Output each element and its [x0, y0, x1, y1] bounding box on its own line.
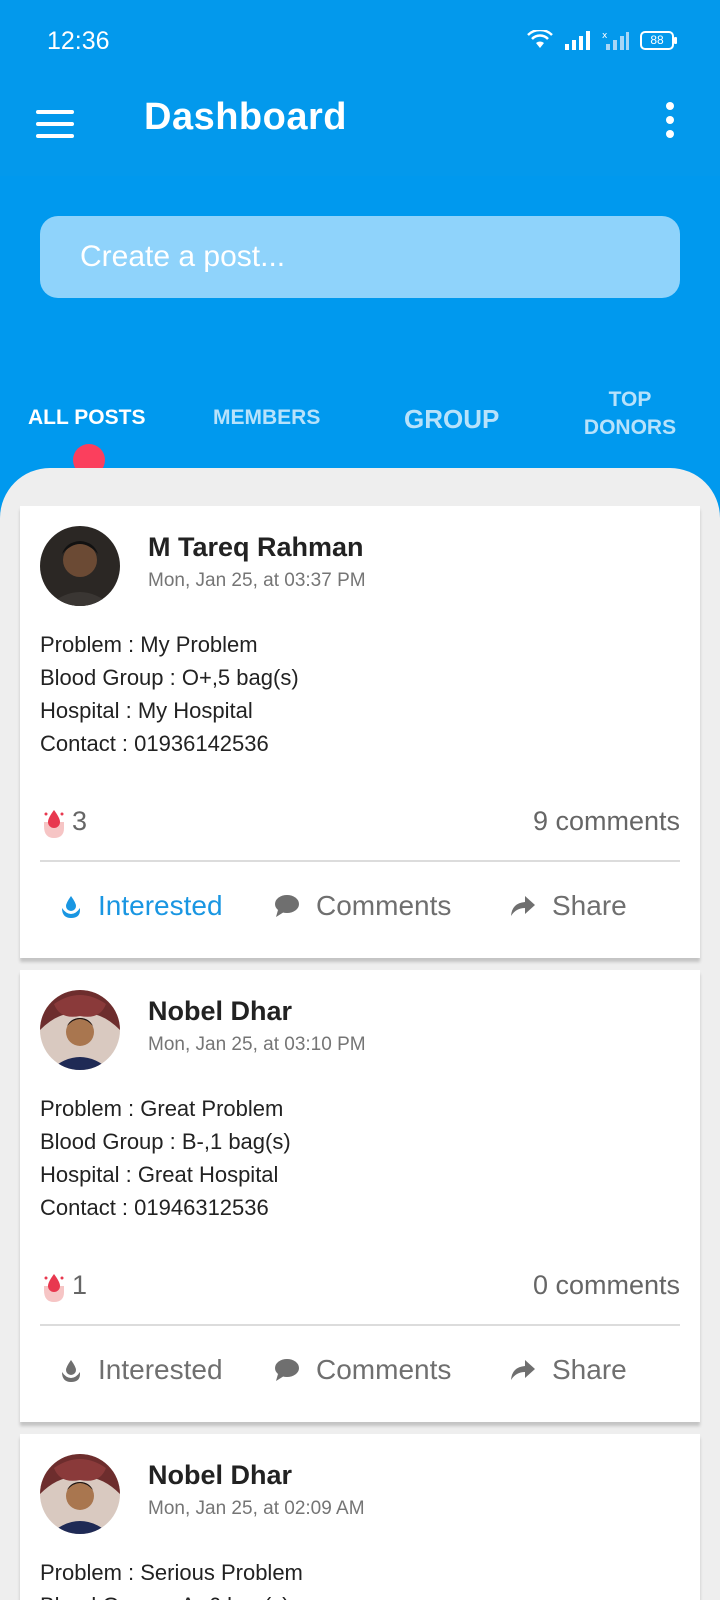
post-card: Nobel Dhar Mon, Jan 25, at 03:10 PM Prob…	[20, 970, 700, 1422]
post-timestamp: Mon, Jan 25, at 03:10 PM	[148, 1034, 366, 1055]
avatar[interactable]	[40, 1454, 120, 1534]
post-details: Problem : My Problem Blood Group : O+,5 …	[40, 628, 299, 760]
tab-group[interactable]: GROUP	[404, 404, 499, 435]
post-card: M Tareq Rahman Mon, Jan 25, at 03:37 PM …	[20, 506, 700, 958]
post-problem: Problem : Great Problem	[40, 1096, 284, 1121]
hamburger-menu-icon[interactable]	[36, 104, 76, 144]
comment-bubble-icon	[275, 895, 299, 917]
post-problem: Problem : My Problem	[40, 632, 258, 657]
post-author-name[interactable]: Nobel Dhar	[148, 996, 292, 1027]
wifi-icon	[527, 30, 553, 48]
comments-count[interactable]: 9 comments	[533, 806, 680, 837]
post-blood-group: Blood Group : B-,1 bag(s)	[40, 1129, 291, 1154]
post-details: Problem : Serious Problem Blood Group : …	[40, 1556, 303, 1600]
blood-donation-icon	[44, 1274, 64, 1302]
post-hospital: Hospital : Great Hospital	[40, 1162, 279, 1187]
comment-bubble-icon	[275, 1359, 299, 1381]
create-post-input[interactable]: Create a post...	[40, 216, 680, 298]
status-time: 12:36	[47, 27, 110, 55]
comments-label: Comments	[316, 890, 452, 921]
avatar[interactable]	[40, 526, 120, 606]
signal-no-service-icon: x	[602, 31, 629, 50]
avatar[interactable]	[40, 990, 120, 1070]
post-author-name[interactable]: Nobel Dhar	[148, 1460, 292, 1491]
post-timestamp: Mon, Jan 25, at 02:09 AM	[148, 1498, 365, 1519]
status-bar: 12:36 x 88	[0, 0, 720, 88]
interested-label: Interested	[98, 1354, 223, 1385]
status-icons: x 88	[526, 30, 677, 50]
share-label: Share	[552, 1354, 627, 1385]
post-stats: 1 0 comments	[40, 1268, 680, 1308]
blood-drop-hand-icon	[62, 1360, 80, 1382]
comments-count[interactable]: 0 comments	[533, 1270, 680, 1301]
post-actions: Interested Comments Share	[40, 880, 700, 940]
app-bar: Dashboard	[0, 88, 720, 176]
more-options-icon[interactable]	[660, 102, 680, 142]
interested-count: 3	[72, 806, 88, 836]
comments-button[interactable]: Comments	[274, 1354, 451, 1386]
svg-text:x: x	[602, 31, 608, 41]
blood-drop-hand-icon	[62, 896, 80, 918]
signal-icon	[565, 31, 590, 50]
post-timestamp: Mon, Jan 25, at 03:37 PM	[148, 570, 366, 591]
tab-top-donors-line1: TOP	[608, 388, 652, 411]
tab-members[interactable]: MEMBERS	[213, 406, 320, 430]
create-post-placeholder: Create a post...	[80, 240, 286, 273]
comments-button[interactable]: Comments	[274, 890, 451, 922]
tab-all-posts[interactable]: ALL POSTS	[28, 406, 145, 430]
post-contact: Contact : 01936142536	[40, 731, 269, 756]
post-contact: Contact : 01946312536	[40, 1195, 269, 1220]
battery-icon: 88	[640, 30, 677, 50]
post-hospital: Hospital : My Hospital	[40, 698, 253, 723]
post-blood-group: Blood Group : O+,5 bag(s)	[40, 665, 299, 690]
share-label: Share	[552, 890, 627, 921]
posts-feed[interactable]: M Tareq Rahman Mon, Jan 25, at 03:37 PM …	[0, 468, 720, 1600]
share-arrow-icon	[511, 896, 535, 916]
tab-top-donors[interactable]: TOP DONORS	[582, 386, 678, 442]
post-blood-group: Blood Group : A-,6 bag(s)	[40, 1589, 303, 1600]
post-card: Nobel Dhar Mon, Jan 25, at 02:09 AM Prob…	[20, 1434, 700, 1600]
post-author-name[interactable]: M Tareq Rahman	[148, 532, 364, 563]
comments-label: Comments	[316, 1354, 452, 1385]
post-problem: Problem : Serious Problem	[40, 1560, 303, 1585]
post-actions: Interested Comments Share	[40, 1344, 700, 1404]
interested-button[interactable]: Interested	[60, 1354, 223, 1386]
divider	[40, 1324, 680, 1326]
interested-label: Interested	[98, 890, 223, 921]
tab-bar: ALL POSTS MEMBERS GROUP TOP DONORS	[0, 384, 720, 468]
post-details: Problem : Great Problem Blood Group : B-…	[40, 1092, 291, 1224]
blood-donation-icon	[44, 810, 64, 838]
divider	[40, 860, 680, 862]
share-button[interactable]: Share	[510, 890, 627, 922]
share-arrow-icon	[511, 1360, 535, 1380]
interested-button[interactable]: Interested	[60, 890, 223, 922]
post-stats: 3 9 comments	[40, 804, 680, 844]
tab-top-donors-line2: DONORS	[583, 416, 677, 439]
interested-count: 1	[72, 1270, 88, 1300]
share-button[interactable]: Share	[510, 1354, 627, 1386]
page-title: Dashboard	[144, 96, 347, 138]
